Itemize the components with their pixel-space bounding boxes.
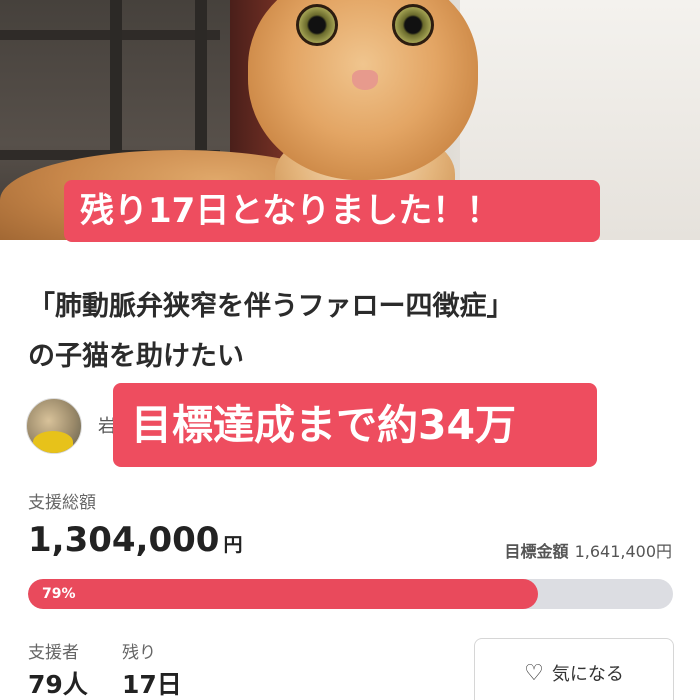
goal-value: 1,641,400円 (574, 542, 672, 561)
supporters-label: 支援者 (28, 643, 79, 663)
favorite-button[interactable]: ♡ 気になる (474, 638, 674, 700)
project-title: 「肺動脈弁狭窄を伴うファロー四徴症」 の子猫を助けたい (28, 282, 678, 382)
currency-unit: 円 (223, 534, 243, 556)
total-support-label: 支援総額 (28, 493, 96, 513)
supporters-count: 79人 (28, 670, 88, 699)
progress-fill (28, 579, 538, 609)
goal-remaining-banner: 目標達成まで約34万 (113, 383, 597, 467)
project-title-line2: の子猫を助けたい (28, 341, 244, 372)
avatar-cat-clothing (33, 431, 73, 453)
goal-label: 目標金額 (504, 542, 569, 561)
cat-nose (352, 70, 378, 90)
cat-eye-right (392, 4, 434, 46)
cat-eye-left (296, 4, 338, 46)
project-title-line1: 「肺動脈弁狭窄を伴うファロー四徴症」 (28, 291, 514, 322)
remaining-days: 17日 (122, 670, 182, 699)
total-support-amount: 1,304,000 円 (28, 520, 242, 560)
progress-percent: 79% (42, 586, 76, 602)
days-remaining-banner: 残り17日となりました！！ (64, 180, 600, 242)
remaining-label: 残り (122, 643, 156, 663)
funding-progress-bar: 79% (28, 579, 673, 609)
heart-icon: ♡ (524, 660, 544, 686)
owner-avatar[interactable] (26, 398, 82, 454)
goal-amount: 目標金額 1,641,400円 (505, 538, 672, 562)
favorite-label: 気になる (551, 664, 624, 685)
total-amount-value: 1,304,000 (28, 520, 220, 560)
